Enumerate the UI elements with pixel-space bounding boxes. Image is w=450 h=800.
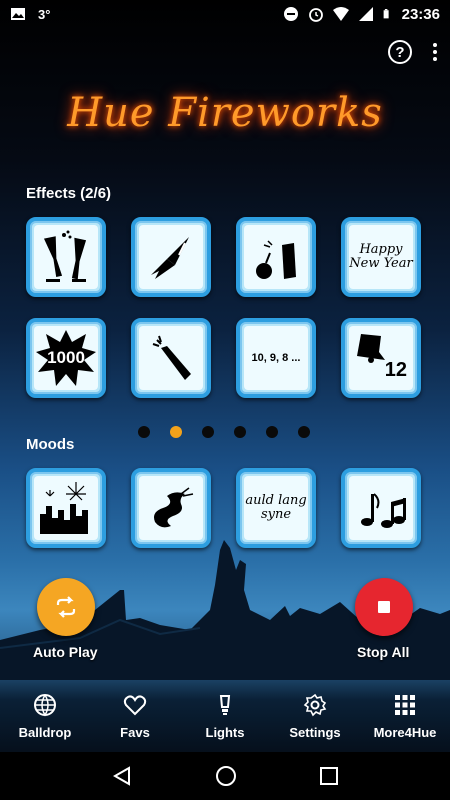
effects-label: Effects (2/6) [26,185,112,202]
battery-icon [383,9,389,19]
stop-icon [378,601,390,613]
signal-icon [358,7,373,21]
effects-page-indicator [138,426,310,438]
recents-icon[interactable] [319,766,339,786]
wifi-icon [332,7,349,21]
champagne-glasses-icon [43,230,87,282]
overflow-menu-button[interactable] [430,43,440,61]
page-dot-active[interactable] [170,426,182,438]
rocket-icon [151,237,189,279]
gear-icon [303,693,327,716]
nav-item-balldrop[interactable]: Balldrop [0,682,90,750]
music-notes-icon [361,493,406,528]
effect-tile-countdown[interactable]: 10, 9, 8 ... [236,318,316,398]
countdown-text: 10, 9, 8 ... [251,352,301,364]
page-dot[interactable] [234,426,246,438]
alarm-icon [308,8,323,22]
image-icon [11,8,25,20]
temperature-text: 3° [38,6,51,22]
effect-1000-text: 1000 [47,348,85,367]
happy-new-year-text: Happy New Year [349,242,413,271]
bulb-icon [219,694,231,715]
nav-item-settings[interactable]: Settings [270,682,360,750]
dnd-icon [283,7,298,21]
effect-tile-firecracker[interactable] [236,217,316,297]
stop-all-label[interactable]: Stop All [357,644,409,660]
nav-label-favs: Favs [120,724,150,740]
moods-label: Moods [26,436,75,453]
effect-tile-1000[interactable]: 1000 [26,318,106,398]
bell-12-text: 12 [384,359,407,381]
nav-label-more4hue: More4Hue [373,724,437,740]
city-fireworks-icon [40,482,88,534]
app-title: Hue Fireworks [67,90,383,136]
nav-label-lights: Lights [205,724,245,740]
help-icon: ? [395,43,405,61]
system-navigation-bar [0,752,450,800]
nav-item-more4hue[interactable]: More4Hue [360,682,450,750]
grid-icon [395,694,415,715]
effect-tile-champagne-bottle[interactable] [131,318,211,398]
auto-play-button[interactable] [37,578,95,636]
dragon-icon [154,487,194,528]
status-bar: 3° 23:36 [0,0,450,28]
nav-item-favs[interactable]: Favs [90,682,180,750]
back-icon[interactable] [111,765,133,787]
effect-tile-rocket[interactable] [131,217,211,297]
firecracker-icon [256,240,296,279]
top-actions: ? [388,40,440,64]
effect-tile-happy-new-year[interactable]: Happy New Year [341,217,421,297]
page-dot[interactable] [298,426,310,438]
page-dot[interactable] [202,426,214,438]
champagne-bottle-icon [152,335,191,380]
nav-label-settings: Settings [289,724,341,740]
globe-icon [34,693,56,716]
clock: 23:36 [401,5,440,23]
help-button[interactable]: ? [388,40,412,64]
effect-tile-champagne-glasses[interactable] [26,217,106,297]
nav-label-balldrop: Balldrop [18,724,72,740]
bell-icon [357,334,385,363]
repeat-icon [56,596,76,618]
page-dot[interactable] [138,426,150,438]
effect-tile-bell[interactable]: 12 [341,318,421,398]
heart-icon [123,694,147,715]
nav-item-lights[interactable]: Lights [180,682,270,750]
stop-all-button[interactable] [355,578,413,636]
page-dot[interactable] [266,426,278,438]
auld-lang-syne-text: auld lang syne [245,493,307,522]
auto-play-label[interactable]: Auto Play [33,644,98,660]
bottom-navigation: Balldrop Favs Lights Settings More4Hue [0,682,450,750]
home-icon[interactable] [215,765,237,787]
